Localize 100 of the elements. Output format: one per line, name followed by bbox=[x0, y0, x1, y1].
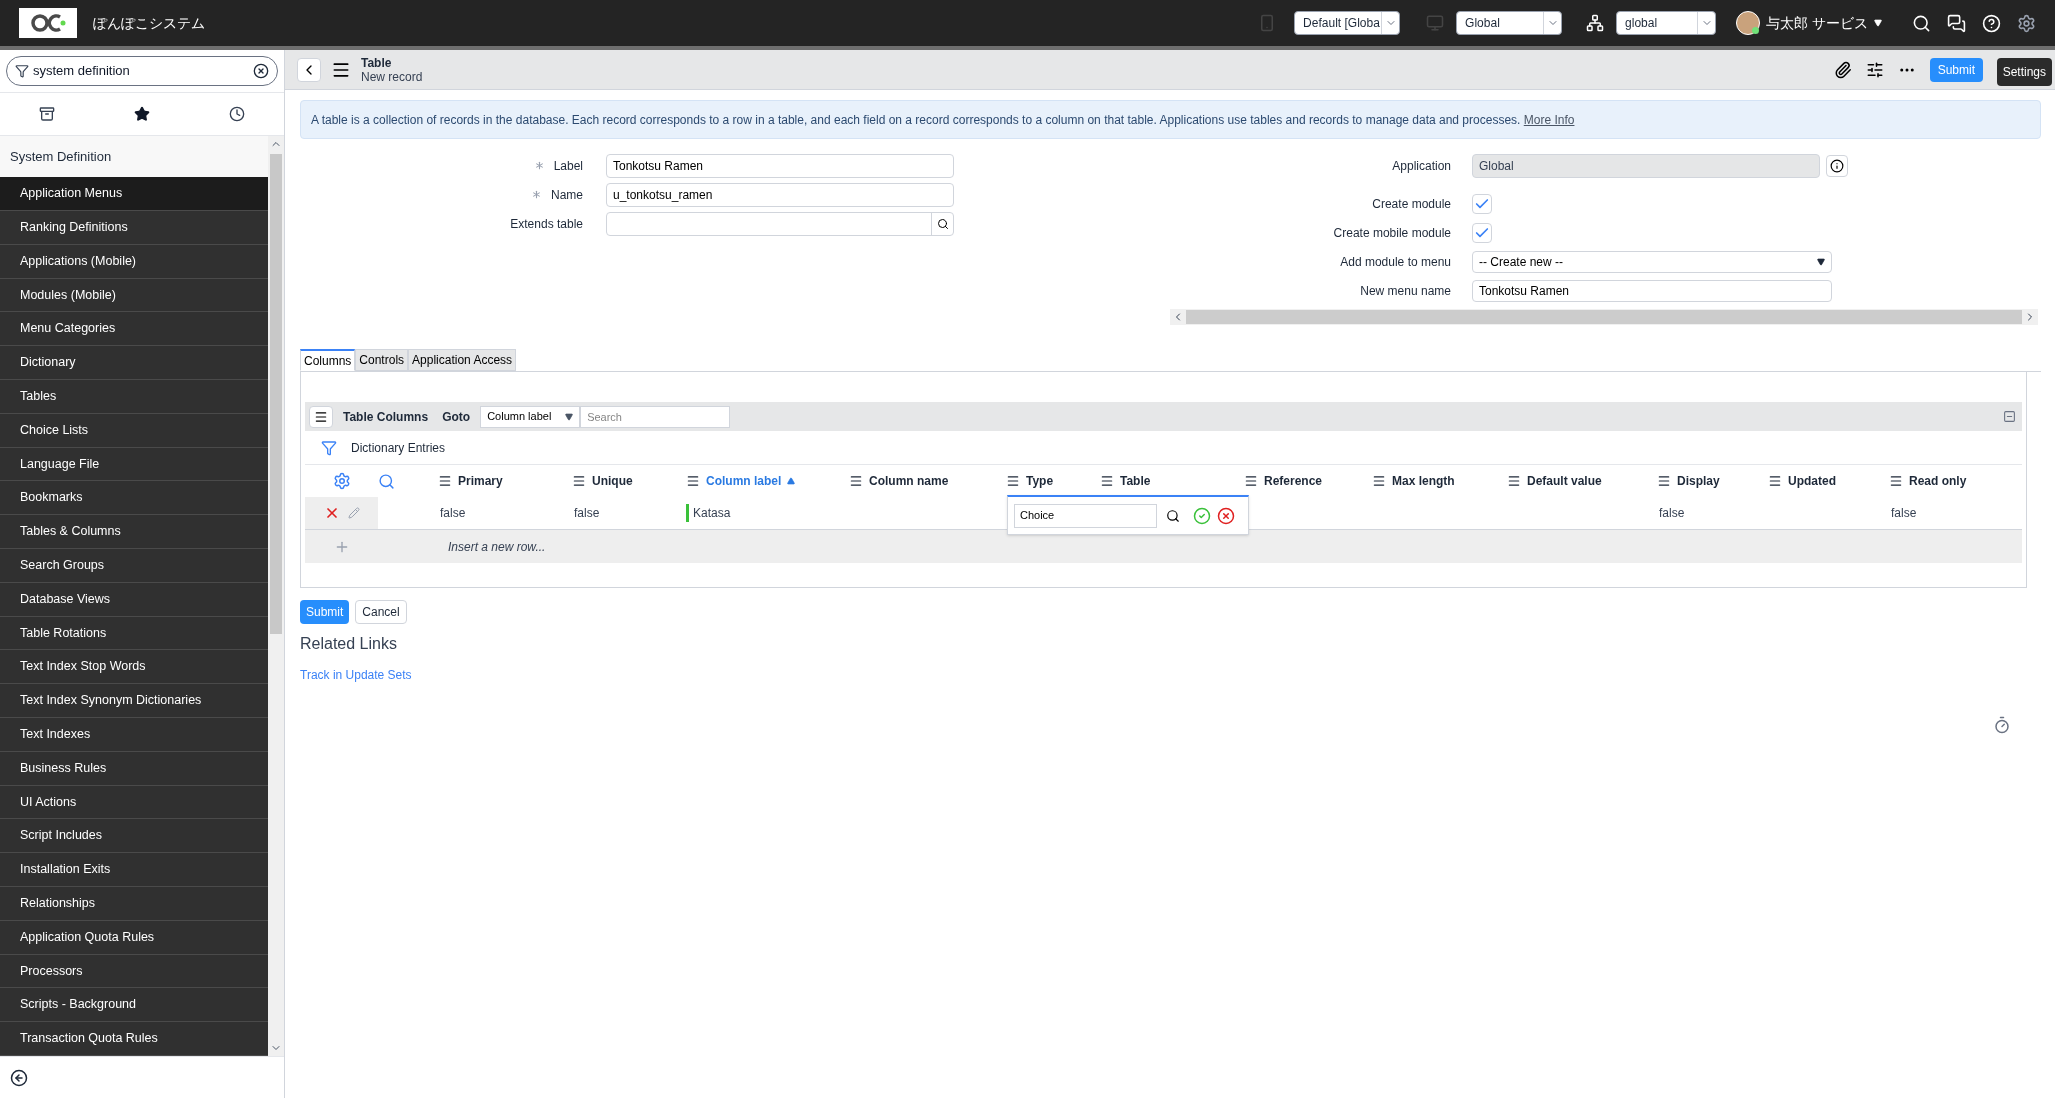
update-set-select[interactable]: Default [Globa bbox=[1294, 11, 1401, 35]
column-menu-icon[interactable] bbox=[1006, 474, 1020, 488]
column-menu-icon[interactable] bbox=[1507, 474, 1521, 488]
clear-icon[interactable] bbox=[253, 63, 269, 79]
column-header[interactable]: Type bbox=[1026, 472, 1054, 490]
search-field[interactable]: Search bbox=[580, 405, 731, 428]
column-menu-icon[interactable] bbox=[1100, 474, 1114, 488]
column-menu-icon[interactable] bbox=[1768, 474, 1782, 488]
field-label: Application bbox=[1392, 158, 1451, 175]
archive-icon[interactable] bbox=[39, 106, 56, 122]
nav-section[interactable]: System Definition bbox=[0, 136, 268, 178]
cancel-button[interactable]: Cancel bbox=[355, 600, 407, 624]
more-info-link[interactable]: More Info bbox=[1523, 112, 1575, 127]
column-header[interactable]: Read only bbox=[1909, 472, 1967, 490]
column-menu-icon[interactable] bbox=[1657, 474, 1671, 488]
reference-field[interactable] bbox=[606, 211, 954, 236]
horizontal-scrollbar[interactable] bbox=[1170, 309, 2038, 325]
tab[interactable]: Application Access bbox=[408, 349, 517, 371]
field-label: Add module to menu bbox=[1340, 253, 1451, 271]
column-header[interactable]: Reference bbox=[1264, 472, 1323, 490]
text-field[interactable]: Tonkotsu Ramen bbox=[1472, 279, 1832, 302]
column-menu-icon[interactable] bbox=[849, 474, 863, 488]
column-menu-icon[interactable] bbox=[1372, 474, 1386, 488]
info-icon[interactable] bbox=[1826, 155, 1848, 177]
field-label: Extends table bbox=[510, 215, 583, 233]
scope-select[interactable]: Global bbox=[1456, 11, 1563, 35]
field-label: New menu name bbox=[1360, 282, 1451, 300]
related-link[interactable]: Track in Update Sets bbox=[300, 668, 412, 682]
column-header[interactable]: Column name bbox=[869, 472, 949, 490]
column-header[interactable]: Primary bbox=[458, 472, 503, 490]
timer-icon[interactable] bbox=[1993, 716, 2011, 734]
table-cell: Katasa bbox=[686, 504, 731, 522]
settings-icon[interactable] bbox=[2017, 13, 2036, 33]
form-title: Table bbox=[361, 55, 393, 70]
user-menu[interactable]: 与太郎 サービス bbox=[1736, 11, 1882, 35]
column-header[interactable]: Display bbox=[1677, 472, 1720, 490]
table-cell-text: false bbox=[1890, 505, 1917, 522]
table-cell-text: false bbox=[439, 505, 466, 522]
back-button[interactable] bbox=[297, 57, 321, 82]
text-field[interactable]: u_tonkotsu_ramen bbox=[606, 182, 954, 207]
select-field[interactable]: -- Create new -- bbox=[1472, 250, 1832, 273]
network-icon[interactable] bbox=[1586, 14, 1605, 32]
search-icon[interactable] bbox=[936, 217, 949, 230]
domain-select[interactable]: global bbox=[1616, 11, 1717, 35]
collapse-icon[interactable] bbox=[10, 1068, 28, 1087]
column-menu-icon[interactable] bbox=[572, 474, 586, 488]
tab[interactable]: Columns bbox=[300, 349, 356, 371]
clock-icon[interactable] bbox=[228, 106, 245, 122]
sort-ascending-icon bbox=[787, 477, 796, 485]
search-icon[interactable] bbox=[1166, 508, 1180, 523]
list-title: Table Columns bbox=[343, 408, 429, 426]
caret-icon bbox=[1817, 257, 1825, 266]
column-header[interactable]: Table bbox=[1120, 472, 1151, 490]
paperclip-icon[interactable] bbox=[1833, 60, 1852, 79]
column-header[interactable]: Max length bbox=[1392, 472, 1455, 490]
settings-icon[interactable] bbox=[332, 472, 351, 490]
menu-icon bbox=[314, 409, 328, 424]
checkbox[interactable] bbox=[1472, 193, 1492, 214]
caret-icon bbox=[1874, 19, 1882, 27]
insert-row-link[interactable]: Insert a new row... bbox=[448, 537, 546, 556]
app-name: ぽんぽこシステム bbox=[93, 13, 205, 33]
field-label: Label bbox=[553, 157, 583, 175]
checkbox[interactable] bbox=[1472, 222, 1492, 243]
column-menu-icon[interactable] bbox=[686, 474, 700, 488]
text-field[interactable]: Tonkotsu Ramen bbox=[606, 153, 954, 178]
table-cell-text: false bbox=[573, 505, 600, 522]
type-field[interactable]: Choice bbox=[1014, 503, 1157, 528]
star-icon[interactable] bbox=[134, 106, 150, 122]
nav-item[interactable]: Application Menus bbox=[0, 177, 268, 212]
column-header[interactable]: Updated bbox=[1788, 472, 1836, 490]
goto-label: Goto bbox=[442, 408, 471, 426]
form-subtitle: New record bbox=[361, 69, 423, 84]
list-menu-button[interactable] bbox=[309, 405, 333, 428]
column-header[interactable]: Default value bbox=[1527, 472, 1602, 490]
column-menu-icon[interactable] bbox=[438, 474, 452, 488]
search-icon[interactable] bbox=[1912, 13, 1931, 33]
table-cell-text: false bbox=[1658, 505, 1685, 522]
column-menu-icon[interactable] bbox=[1889, 474, 1903, 488]
filter-breadcrumb[interactable]: Dictionary Entries bbox=[351, 438, 446, 457]
caret-icon bbox=[565, 412, 574, 421]
help-icon[interactable] bbox=[1982, 13, 2001, 33]
info-message: A table is a collection of records in the database. Each record corresponds to a row in a table, and each field on a record corresponds to a column on that table. Applications use tables and records to manage data and processes. More Info bbox=[311, 111, 1575, 129]
column-header[interactable]: Column label bbox=[706, 472, 782, 490]
goto-select[interactable]: Column label bbox=[480, 405, 581, 428]
settings-tooltip: Settings bbox=[1996, 58, 2052, 86]
column-header[interactable]: Unique bbox=[592, 472, 633, 490]
chat-icon[interactable] bbox=[1947, 13, 1966, 33]
readonly-field: Global bbox=[1472, 154, 1820, 178]
column-menu-icon[interactable] bbox=[1244, 474, 1258, 488]
field-label: Create module bbox=[1372, 195, 1451, 213]
filter-icon[interactable] bbox=[321, 439, 337, 456]
field-label: Name bbox=[551, 186, 583, 204]
cancel-icon[interactable] bbox=[1217, 506, 1235, 525]
logo bbox=[19, 8, 77, 38]
tab[interactable]: Controls bbox=[355, 349, 409, 371]
field-label: Create mobile module bbox=[1333, 224, 1451, 242]
sliders-icon[interactable] bbox=[1865, 60, 1884, 79]
avatar bbox=[1736, 11, 1761, 35]
filter-icon bbox=[15, 64, 29, 78]
related-links-heading: Related Links bbox=[300, 634, 398, 654]
